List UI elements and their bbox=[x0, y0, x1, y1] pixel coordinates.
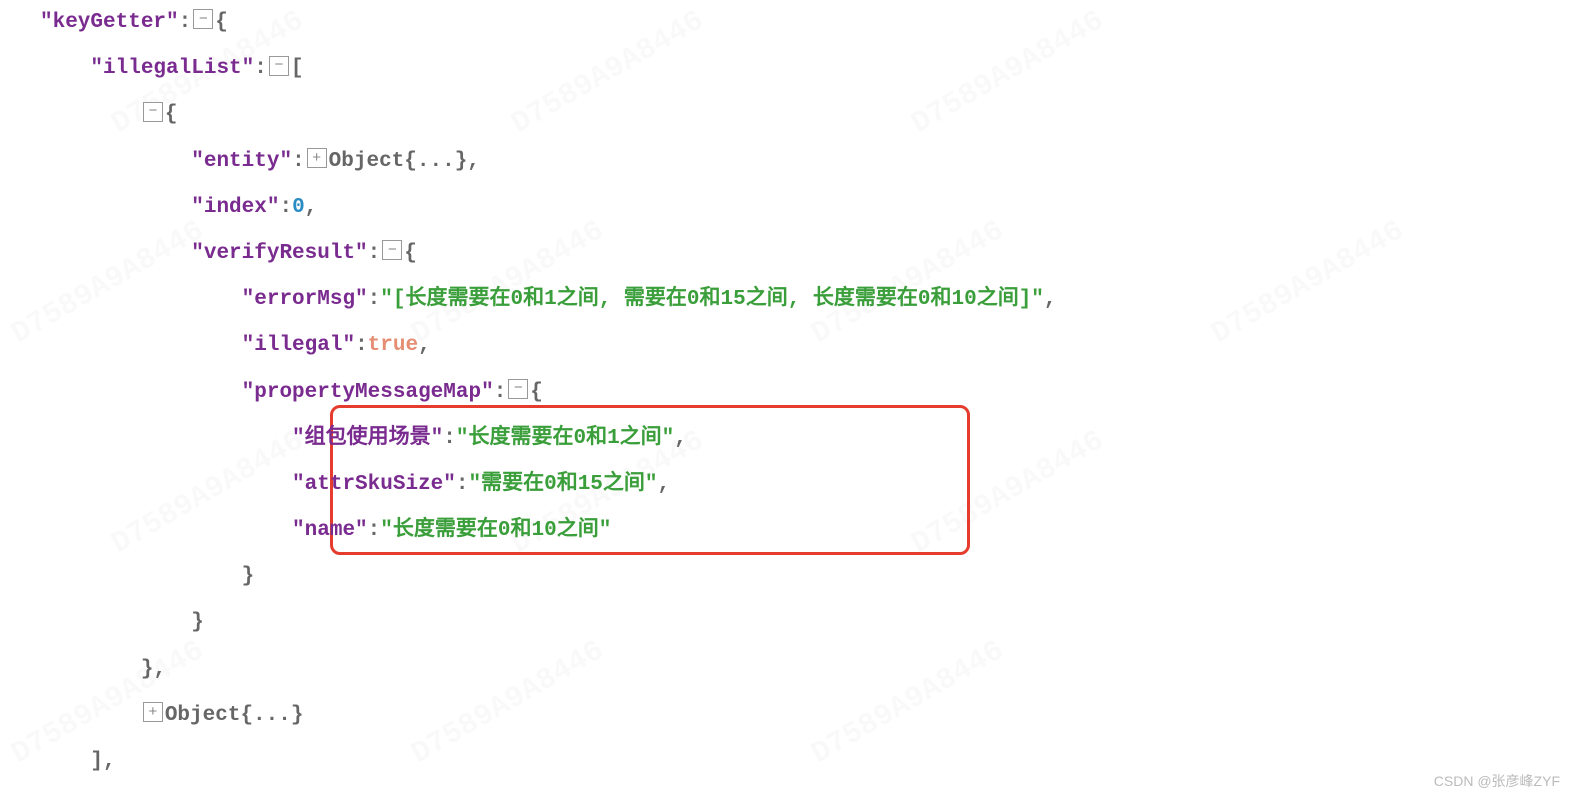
expand-toggle-icon[interactable]: + bbox=[143, 702, 163, 722]
json-line: "index":0, bbox=[0, 185, 1580, 231]
json-line: "propertyMessageMap":−{ bbox=[0, 370, 1580, 416]
json-key-pmm1: "组包使用场景" bbox=[292, 427, 443, 450]
json-line: ], bbox=[0, 739, 1580, 785]
collapse-toggle-icon[interactable]: − bbox=[382, 240, 402, 260]
json-string: "长度需要在0和10之间" bbox=[380, 519, 611, 542]
json-line: "组包使用场景":"长度需要在0和1之间", bbox=[0, 416, 1580, 462]
json-line: "illegal":true, bbox=[0, 323, 1580, 369]
json-string: "长度需要在0和1之间" bbox=[456, 427, 674, 450]
json-viewer: "keyGetter":−{ "illegalList":−[ −{ "enti… bbox=[0, 0, 1580, 785]
json-key-verifyResult: "verifyResult" bbox=[191, 242, 367, 265]
json-key-keyGetter: "keyGetter" bbox=[40, 11, 179, 34]
json-line: −{ bbox=[0, 92, 1580, 138]
json-collapsed-object: Object{...} bbox=[329, 150, 468, 173]
json-key-illegalList: "illegalList" bbox=[90, 57, 254, 80]
json-string: "需要在0和15之间" bbox=[468, 473, 657, 496]
json-line: "entity":+Object{...}, bbox=[0, 139, 1580, 185]
json-line: "errorMsg":"[长度需要在0和1之间, 需要在0和15之间, 长度需要… bbox=[0, 277, 1580, 323]
json-line: "illegalList":−[ bbox=[0, 46, 1580, 92]
collapse-toggle-icon[interactable]: − bbox=[508, 379, 528, 399]
json-boolean: true bbox=[368, 334, 418, 357]
json-line: "attrSkuSize":"需要在0和15之间", bbox=[0, 462, 1580, 508]
json-line: }, bbox=[0, 647, 1580, 693]
json-line: +Object{...} bbox=[0, 693, 1580, 739]
collapse-toggle-icon[interactable]: − bbox=[193, 9, 213, 29]
collapse-toggle-icon[interactable]: − bbox=[269, 56, 289, 76]
json-line: "name":"长度需要在0和10之间" bbox=[0, 508, 1580, 554]
json-key-index: "index" bbox=[191, 196, 279, 219]
json-key-propertyMessageMap: "propertyMessageMap" bbox=[242, 381, 494, 404]
json-key-pmm3: "name" bbox=[292, 519, 368, 542]
json-key-entity: "entity" bbox=[191, 150, 292, 173]
collapse-toggle-icon[interactable]: − bbox=[143, 102, 163, 122]
json-collapsed-object: Object{...} bbox=[165, 704, 304, 727]
json-line: "keyGetter":−{ bbox=[0, 0, 1580, 46]
expand-toggle-icon[interactable]: + bbox=[307, 148, 327, 168]
json-number: 0 bbox=[292, 196, 305, 219]
json-line: } bbox=[0, 600, 1580, 646]
json-key-illegal: "illegal" bbox=[242, 334, 355, 357]
json-key-pmm2: "attrSkuSize" bbox=[292, 473, 456, 496]
json-key-errorMsg: "errorMsg" bbox=[242, 288, 368, 311]
json-string: "[长度需要在0和1之间, 需要在0和15之间, 长度需要在0和10之间]" bbox=[380, 288, 1044, 311]
json-line: "verifyResult":−{ bbox=[0, 231, 1580, 277]
json-line: } bbox=[0, 554, 1580, 600]
